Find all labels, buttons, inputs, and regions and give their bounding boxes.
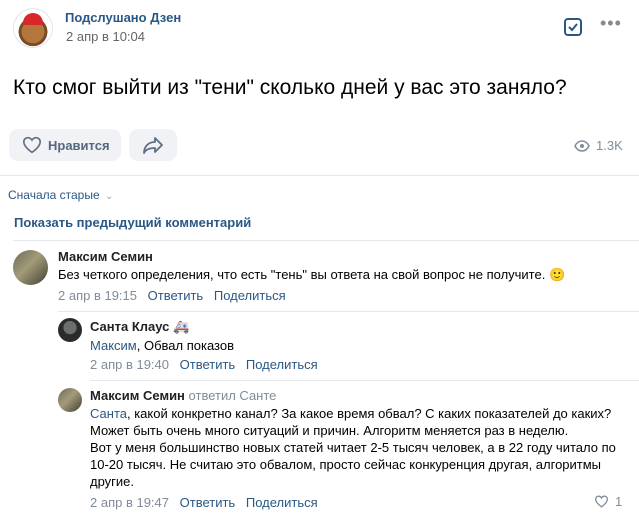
comment-time[interactable]: 2 апр в 19:15	[58, 288, 137, 303]
comment-text: Санта, какой конкретно канал? За какое в…	[90, 405, 630, 490]
like-button[interactable]: Нравится	[9, 129, 121, 161]
divider	[90, 380, 639, 381]
comment-line: Может быть очень много ситуаций и причин…	[90, 423, 569, 438]
eye-icon	[574, 139, 590, 152]
comment-author-line: Максим Семин ответил Санте	[90, 388, 276, 403]
comment-text: Максим, Обвал показов	[90, 337, 234, 354]
share-link[interactable]: Поделиться	[246, 495, 318, 510]
comment-time[interactable]: 2 апр в 19:47	[90, 495, 169, 510]
divider	[13, 240, 639, 241]
divider	[0, 175, 639, 176]
views-count: 1.3K	[596, 138, 623, 153]
reply-button[interactable]: Ответить	[180, 495, 236, 510]
share-arrow-icon	[143, 137, 163, 154]
avatar[interactable]	[58, 318, 82, 342]
views-counter: 1.3K	[574, 138, 623, 153]
comment-time[interactable]: 2 апр в 19:40	[90, 357, 169, 372]
like-label: Нравится	[48, 137, 110, 153]
like-count: 1	[615, 494, 623, 509]
heart-icon	[22, 136, 42, 154]
divider	[58, 311, 639, 312]
avatar[interactable]	[58, 388, 82, 412]
sort-toggle[interactable]: Сначала старые ⌄	[8, 188, 113, 202]
group-name[interactable]: Подслушано Дзен	[65, 10, 181, 25]
reply-to-label[interactable]: ответил Санте	[189, 388, 277, 403]
share-link[interactable]: Поделиться	[214, 288, 286, 303]
comment-author[interactable]: Максим Семин	[90, 388, 185, 403]
comment-meta: 2 апр в 19:47 Ответить Поделиться	[90, 495, 318, 510]
comment-body: , какой конкретно канал? За какое время …	[126, 406, 612, 421]
comment-like-button[interactable]: 1	[594, 494, 622, 509]
comment-line: другие.	[90, 474, 135, 489]
post-time[interactable]: 2 апр в 10:04	[66, 29, 145, 44]
avatar[interactable]	[13, 250, 48, 285]
show-previous-comment-link[interactable]: Показать предыдущий комментарий	[14, 215, 251, 230]
comment-line: Вот у меня большинство новых статей чита…	[90, 440, 616, 455]
heart-icon	[594, 495, 609, 508]
share-link[interactable]: Поделиться	[246, 357, 318, 372]
more-options-icon[interactable]: •••	[600, 13, 622, 34]
comment-meta: 2 апр в 19:15 Ответить Поделиться	[58, 288, 286, 303]
comment-text: Без четкого определения, что есть "тень"…	[58, 267, 566, 282]
sort-label: Сначала старые	[8, 188, 100, 202]
comment-line: 10-20 тысяч. Не считаю это обвалом, прос…	[90, 457, 602, 472]
comment-line: Санта, какой конкретно канал? За какое в…	[90, 405, 630, 422]
comment-author[interactable]: Санта Клаус 🚑	[90, 319, 189, 335]
comment-author[interactable]: Максим Семин	[58, 249, 153, 264]
post-text: Кто смог выйти из "тени" сколько дней у …	[13, 76, 567, 99]
chevron-down-icon: ⌄	[105, 191, 114, 202]
mention-link[interactable]: Санта	[90, 406, 127, 421]
group-avatar[interactable]	[13, 8, 53, 48]
comment-meta: 2 апр в 19:40 Ответить Поделиться	[90, 357, 318, 372]
checkbox-icon[interactable]	[564, 18, 582, 36]
comment-body: , Обвал показов	[136, 338, 234, 353]
share-button[interactable]	[129, 129, 177, 161]
reply-button[interactable]: Ответить	[180, 357, 236, 372]
reply-button[interactable]: Ответить	[148, 288, 204, 303]
mention-link[interactable]: Максим	[90, 338, 137, 353]
